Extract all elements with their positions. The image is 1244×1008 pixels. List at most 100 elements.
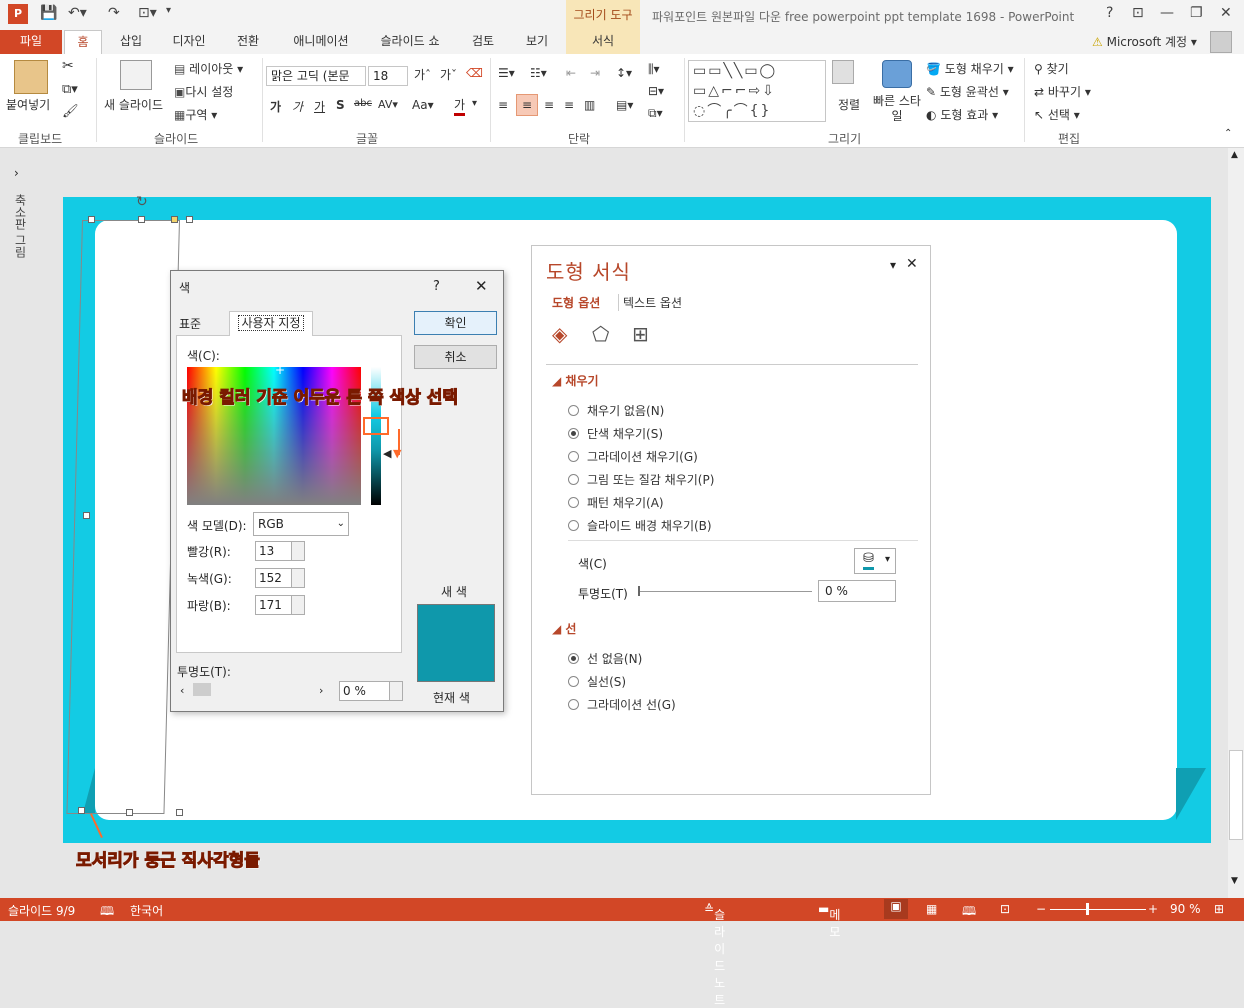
- font-color-dropdown-icon[interactable]: ▾: [472, 98, 477, 109]
- tab-home[interactable]: 홈: [64, 30, 102, 55]
- align-center-icon[interactable]: ≡: [516, 94, 538, 116]
- quick-styles-button[interactable]: 빠른 스타일: [872, 94, 922, 124]
- resize-handle[interactable]: [83, 512, 90, 519]
- shapes-gallery[interactable]: ▭▭╲╲▭◯ ▭△⌐⌐⇨⇩ ◌⌒╭⌒{}: [688, 60, 826, 122]
- tab-review[interactable]: 검토: [464, 30, 502, 54]
- scrollbar-thumb[interactable]: [1229, 750, 1243, 840]
- transparency-input[interactable]: 0 %: [818, 580, 896, 602]
- shrink-font-icon[interactable]: 가ˇ: [440, 66, 457, 83]
- shadow-icon[interactable]: S: [336, 98, 345, 112]
- corner-shape-right[interactable]: [1176, 768, 1206, 820]
- expand-icon[interactable]: ›: [14, 166, 19, 180]
- slide-sorter-icon[interactable]: ▦: [926, 902, 937, 916]
- slider-right-icon[interactable]: ›: [319, 684, 323, 697]
- fill-line-icon[interactable]: ◈: [552, 322, 567, 346]
- cancel-button[interactable]: 취소: [414, 345, 497, 369]
- reset-button[interactable]: ▣다시 설정: [174, 83, 233, 100]
- zoom-level[interactable]: 90 %: [1170, 902, 1201, 916]
- tab-format[interactable]: 서식: [566, 30, 640, 54]
- tab-standard[interactable]: 표준: [179, 315, 201, 332]
- ribbon-options-icon[interactable]: ⊡: [1132, 5, 1144, 21]
- resize-handle[interactable]: [186, 216, 193, 223]
- resize-handle[interactable]: [176, 809, 183, 816]
- blue-input[interactable]: 171: [255, 595, 305, 615]
- radio-solid-line[interactable]: 실선(S): [568, 673, 626, 690]
- arrange-icon[interactable]: [832, 60, 854, 84]
- numbering-icon[interactable]: ☷▾: [530, 66, 547, 80]
- reading-view-icon[interactable]: 🕮: [962, 902, 976, 923]
- fill-section-header[interactable]: ◢ 채우기: [552, 372, 599, 389]
- radio-slide-bg-fill[interactable]: 슬라이드 배경 채우기(B): [568, 517, 712, 534]
- font-name-select[interactable]: 맑은 고딕 (본문: [266, 66, 366, 86]
- align-text-icon[interactable]: ⊟▾: [648, 84, 664, 98]
- language-indicator[interactable]: 한국어: [130, 902, 163, 919]
- tab-design[interactable]: 디자인: [166, 30, 212, 54]
- underline-icon[interactable]: 가: [314, 98, 325, 115]
- tab-view[interactable]: 보기: [518, 30, 556, 54]
- font-size-select[interactable]: 18: [368, 66, 408, 86]
- collapse-ribbon-icon[interactable]: ⌃: [1224, 128, 1232, 139]
- scroll-up-icon[interactable]: ▲: [1231, 150, 1238, 160]
- radio-no-line[interactable]: 선 없음(N): [568, 650, 642, 667]
- select-button[interactable]: ↖ 선택 ▾: [1034, 106, 1080, 123]
- tab-custom[interactable]: 사용자 지정: [229, 311, 313, 336]
- panel-close-icon[interactable]: ✕: [906, 256, 918, 272]
- find-button[interactable]: ⚲ 찾기: [1034, 60, 1069, 77]
- luminance-pointer-icon[interactable]: ◀: [383, 447, 391, 460]
- thumbnail-pane-collapsed[interactable]: › 축소판 그림: [0, 148, 40, 898]
- shape-outline-button[interactable]: ✎ 도형 윤곽선 ▾: [926, 83, 1009, 100]
- avatar[interactable]: [1210, 31, 1232, 53]
- panel-options-icon[interactable]: ▾: [890, 258, 896, 272]
- dialog-close-icon[interactable]: ✕: [475, 277, 488, 295]
- smartart-icon[interactable]: ⧉▾: [648, 106, 663, 121]
- replace-button[interactable]: ⇄ 바꾸기 ▾: [1034, 83, 1091, 100]
- line-spacing-icon[interactable]: ↕▾: [616, 66, 632, 80]
- color-model-select[interactable]: RGB ⌄: [253, 512, 349, 536]
- transparency-input[interactable]: 0 %: [339, 681, 403, 701]
- transparency-slider[interactable]: [638, 591, 812, 592]
- minimize-button[interactable]: —: [1160, 5, 1174, 21]
- font-color-icon[interactable]: 가: [454, 96, 466, 116]
- slider-thumb[interactable]: [638, 586, 640, 596]
- resize-handle[interactable]: [78, 807, 85, 814]
- account-button[interactable]: ⚠ Microsoft 계정 ▾: [1092, 33, 1197, 50]
- radio-picture-fill[interactable]: 그림 또는 질감 채우기(P): [568, 471, 714, 488]
- redo-icon[interactable]: ↷: [108, 5, 120, 21]
- copy-icon[interactable]: ⧉▾: [62, 82, 78, 97]
- text-direction-icon[interactable]: ⫼▾: [648, 62, 660, 77]
- radio-gradient-fill[interactable]: 그라데이션 채우기(G): [568, 448, 698, 465]
- fit-to-window-icon[interactable]: ⊞: [1214, 902, 1224, 916]
- line-section-header[interactable]: ◢ 선: [552, 620, 576, 637]
- bullets-icon[interactable]: ☰▾: [498, 66, 515, 80]
- customize-toolbar-icon[interactable]: ▾: [166, 5, 171, 16]
- adjust-handle[interactable]: [171, 216, 178, 223]
- italic-icon[interactable]: 가: [292, 98, 303, 115]
- paste-button[interactable]: 붙여넣기: [6, 96, 50, 113]
- normal-view-icon[interactable]: ▣: [884, 899, 908, 919]
- tab-slideshow[interactable]: 슬라이드 쇼: [372, 30, 448, 54]
- tab-transitions[interactable]: 전환: [228, 30, 268, 54]
- size-properties-icon[interactable]: ⊞: [632, 322, 649, 346]
- resize-handle[interactable]: [126, 809, 133, 816]
- slideshow-from-start-icon[interactable]: ⊡▾: [138, 5, 157, 21]
- tab-file[interactable]: 파일: [0, 30, 62, 54]
- fill-color-picker[interactable]: ⛁ ▾: [854, 548, 896, 574]
- change-case-icon[interactable]: Aa▾: [412, 98, 434, 112]
- bold-icon[interactable]: 가: [270, 98, 281, 115]
- grow-font-icon[interactable]: 가ˆ: [414, 66, 431, 83]
- justify-icon[interactable]: ≡: [564, 98, 574, 112]
- radio-pattern-fill[interactable]: 패턴 채우기(A): [568, 494, 664, 511]
- radio-no-fill[interactable]: 채우기 없음(N): [568, 402, 664, 419]
- scroll-down-icon[interactable]: ▼: [1231, 876, 1238, 886]
- resize-handle[interactable]: [138, 216, 145, 223]
- effects-pentagon-icon[interactable]: ⬠: [592, 322, 609, 346]
- increase-indent-icon[interactable]: ⇥: [590, 66, 600, 80]
- layout-button[interactable]: ▤ 레이아웃 ▾: [174, 60, 243, 77]
- red-input[interactable]: 13: [255, 541, 305, 561]
- radio-solid-fill[interactable]: 단색 채우기(S): [568, 425, 663, 442]
- comments-button[interactable]: ▬ 메모: [818, 902, 840, 939]
- slideshow-view-icon[interactable]: ⊡: [1000, 902, 1010, 916]
- new-slide-icon[interactable]: [120, 60, 152, 90]
- ok-button[interactable]: 확인: [414, 311, 497, 335]
- shape-fill-button[interactable]: 🪣 도형 채우기 ▾: [926, 60, 1014, 77]
